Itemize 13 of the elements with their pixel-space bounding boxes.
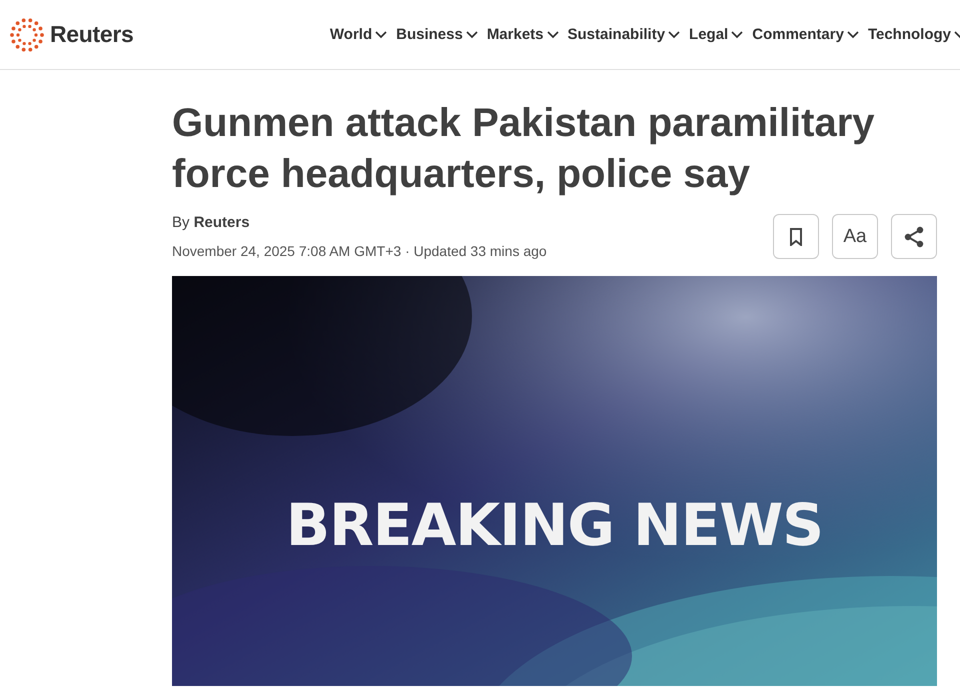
byline: By Reuters xyxy=(172,214,251,231)
nav-item[interactable]: Technology xyxy=(868,26,960,43)
image-caption: BREAKING NEWS xyxy=(284,491,824,559)
logo-text[interactable]: Reuters xyxy=(50,21,134,48)
nav-item[interactable]: Sustainability xyxy=(568,26,680,43)
nav-item[interactable]: Commentary xyxy=(752,26,859,43)
nav-item[interactable]: World xyxy=(330,26,388,43)
nav-item[interactable]: Markets xyxy=(486,26,559,43)
text-size-button[interactable]: Aa xyxy=(832,214,878,259)
nav-item[interactable]: Legal xyxy=(689,26,744,43)
headline: Gunmen attack Pakistan paramilitary force headquarters, police say xyxy=(172,100,876,198)
dateline: November 24, 2025 7:08 AM GMT+3 · Updated 33 mins ago xyxy=(172,243,547,259)
nav-item[interactable]: Business xyxy=(396,26,478,43)
